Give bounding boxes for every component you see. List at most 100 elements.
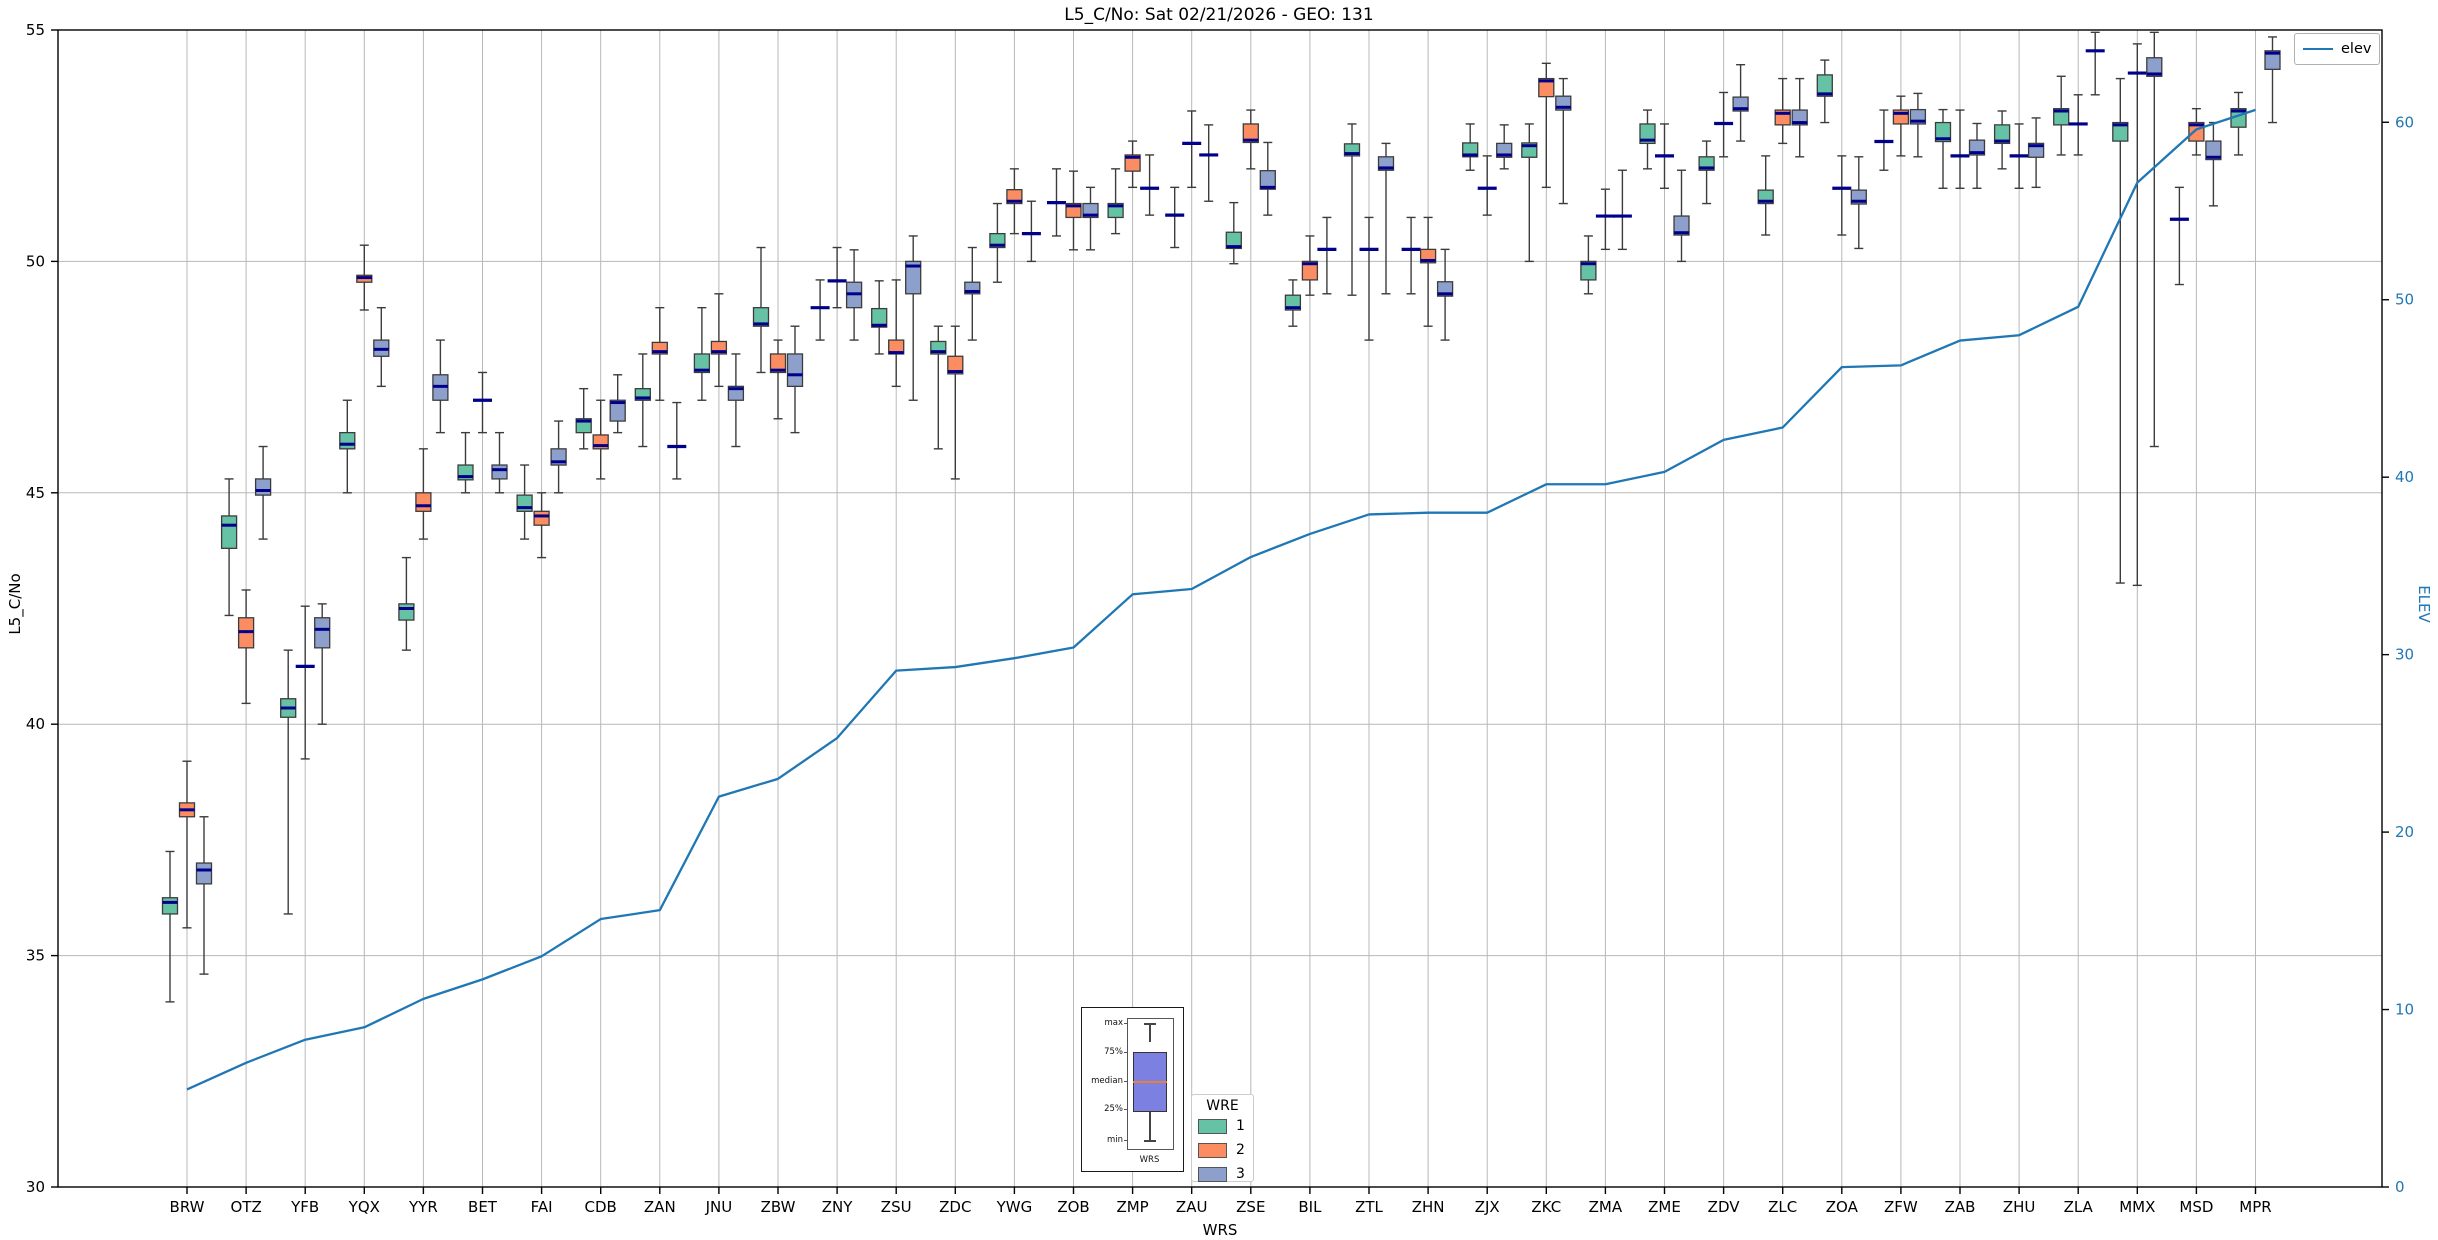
x-tick-label-ZOA: ZOA (1826, 1198, 1859, 1216)
box-ZNY-wre1 (810, 279, 830, 341)
box-CDB-wre2 (592, 399, 609, 480)
box-ZLC-wre3 (1791, 77, 1808, 158)
x-tick-label-ZHU: ZHU (2003, 1198, 2036, 1216)
box-YYR-wre3 (432, 339, 449, 434)
x-tick-label-MSD: MSD (2179, 1198, 2213, 1216)
x-tick-label-ZLC: ZLC (1768, 1198, 1797, 1216)
x-tick-label-MPR: MPR (2239, 1198, 2271, 1216)
box-ZOB-wre1 (1047, 168, 1066, 237)
box-YFB-wre3 (314, 603, 331, 725)
box-MMX-wre3 (2146, 31, 2163, 448)
box-ZSE-wre2 (1242, 109, 1259, 170)
inset-label-max: max (1104, 1018, 1123, 1028)
box-ZOA-wre2 (1832, 155, 1852, 236)
x-tick-label-ZMA: ZMA (1589, 1198, 1623, 1216)
box-ZJX-wre1 (1462, 123, 1479, 171)
box-ZKC-wre3 (1555, 77, 1572, 205)
x-tick-label-YYR: YYR (408, 1198, 438, 1216)
box-ZOA-wre3 (1850, 156, 1867, 250)
wre-swatch-1 (1198, 1118, 1227, 1134)
box-ZAN-wre1 (634, 353, 651, 448)
box-ZLA-wre3 (2085, 31, 2105, 96)
box-ZBW-wre3 (786, 325, 804, 434)
box-YWG-wre2 (1006, 168, 1023, 235)
box-MPR-wre3 (2264, 36, 2281, 124)
box-ZAN-wre2 (651, 306, 668, 401)
box-ZJX-wre3 (1496, 124, 1513, 170)
box-ZLC-wre1 (1757, 155, 1774, 236)
inset-median-line (1133, 1081, 1167, 1083)
box-ZSU-wre3 (905, 235, 922, 401)
box-OTZ-wre1 (220, 478, 238, 617)
box-ZFW-wre1 (1874, 109, 1894, 171)
box-ZAB-wre2 (1950, 109, 1970, 189)
x-tick-label-BIL: BIL (1298, 1198, 1322, 1216)
x-tick-label-CDB: CDB (585, 1198, 617, 1216)
box-ZBW-wre2 (769, 339, 787, 420)
y-axis-label-left: L5_C/No (6, 573, 24, 635)
box-ZKC-wre1 (1521, 123, 1538, 263)
box-ZDC-wre2 (947, 325, 964, 480)
box-JNU-wre3 (727, 353, 745, 448)
box-ZKC-wre2 (1538, 62, 1555, 189)
wre-legend-item-1: 1 (1192, 1114, 1253, 1138)
x-tick-label-YWG: YWG (996, 1198, 1033, 1216)
x-tick-label-BRW: BRW (170, 1198, 205, 1216)
wre-legend-item-2: 2 (1192, 1138, 1253, 1162)
box-ZLC-wre2 (1774, 77, 1791, 145)
box-ZOB-wre2 (1065, 170, 1082, 251)
chart-title: L5_C/No: Sat 02/21/2026 - GEO: 131 (1064, 5, 1374, 25)
x-tick-label-YQX: YQX (348, 1198, 380, 1216)
box-YFB-wre2 (295, 605, 315, 760)
box-ZSU-wre1 (871, 280, 888, 355)
wre-legend: WRE 1 2 3 (1191, 1094, 1254, 1182)
right-tick-label-50: 50 (2395, 291, 2414, 309)
box-JNU-wre2 (710, 293, 728, 388)
box-ZNY-wre2 (827, 246, 847, 309)
x-tick-label-BET: BET (468, 1198, 498, 1216)
boxplot-chart: 30 35 40 45 50 55 0 10 20 30 40 50 60 BRW OTZ YFB YQX YYR… (0, 0, 2438, 1240)
inset-label-75: 75% (1104, 1047, 1123, 1057)
right-tick-label-60: 60 (2395, 113, 2414, 131)
box-ZAU-wre1 (1165, 186, 1185, 249)
inset-label-median: median (1091, 1076, 1123, 1086)
box-ZSE-wre1 (1225, 201, 1242, 265)
box-MMX-wre2 (2127, 43, 2147, 587)
box-ZSU-wre2 (888, 279, 905, 388)
box-ZAU-wre2 (1182, 110, 1202, 189)
inset-xlabel: WRS (1139, 1155, 1160, 1165)
elev-legend-label: elev (2341, 41, 2372, 57)
box-ZMP-wre1 (1107, 168, 1124, 235)
box-FAI-wre2 (533, 492, 550, 559)
right-tick-label-10: 10 (2395, 1001, 2414, 1019)
wre-swatch-2 (1198, 1142, 1227, 1158)
box-ZHU-wre3 (2027, 117, 2045, 189)
left-tick-label-40: 40 (26, 715, 45, 733)
box-ZFW-wre2 (1892, 95, 1910, 157)
plot-area: 3035404550550102030405060BRW OTZ YFB YQX YYR… (26, 21, 2414, 1216)
x-tick-label-ZDC: ZDC (939, 1198, 971, 1216)
box-MPR-wre1 (2230, 91, 2247, 156)
box-ZTL-wre2 (1359, 216, 1379, 341)
box-ZSE-wre3 (1259, 141, 1276, 216)
box-YFB-wre1 (280, 649, 297, 915)
box-ZDV-wre2 (1714, 91, 1734, 158)
box-ZME-wre1 (1639, 109, 1656, 170)
box-ZTL-wre3 (1377, 142, 1395, 295)
box-ZHN-wre1 (1401, 216, 1421, 295)
x-tick-label-MMX: MMX (2119, 1198, 2155, 1216)
inset-label-min: min (1106, 1135, 1123, 1145)
wre-swatch-3 (1198, 1166, 1227, 1182)
left-tick-label-45: 45 (26, 484, 45, 502)
box-JNU-wre1 (693, 306, 711, 401)
boxplot-explainer-inset: max 75% median 25% min WRS (1081, 1007, 1184, 1172)
x-tick-label-ZFW: ZFW (1884, 1198, 1918, 1216)
left-tick-label-50: 50 (26, 252, 45, 270)
x-tick-label-ZME: ZME (1648, 1198, 1681, 1216)
box-ZHU-wre2 (2009, 123, 2029, 189)
box-OTZ-wre2 (237, 589, 255, 705)
x-axis-label: WRS (1202, 1221, 1238, 1239)
box-ZMA-wre2 (1595, 188, 1615, 251)
box-YQX-wre2 (356, 244, 373, 311)
box-ZTL-wre1 (1343, 123, 1361, 296)
